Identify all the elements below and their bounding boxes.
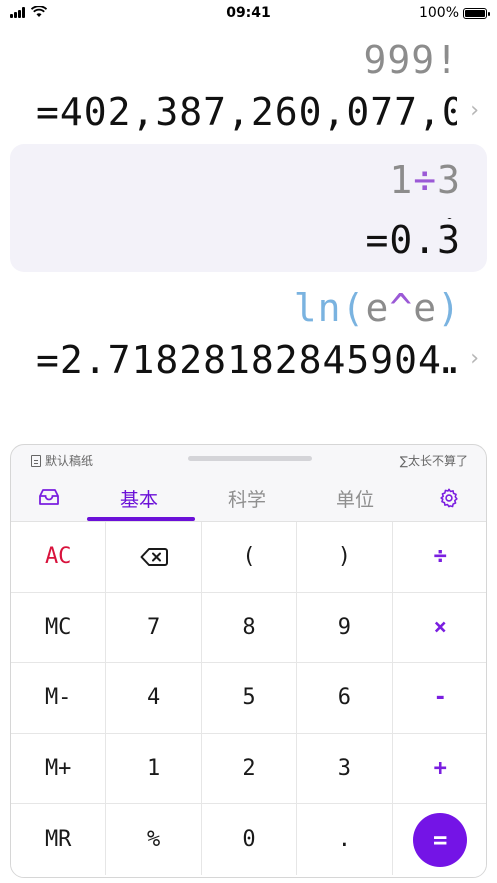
- history-expression: ln(e^e): [294, 286, 461, 330]
- multiply-key[interactable]: ×: [392, 593, 486, 664]
- expression-operator: ^: [389, 286, 414, 330]
- equals-key[interactable]: =: [393, 804, 486, 875]
- digit-3-key[interactable]: 3: [297, 733, 393, 805]
- expression-operator: ÷: [413, 158, 438, 202]
- battery-icon: [463, 7, 490, 19]
- memory-add-key[interactable]: M+: [11, 733, 107, 805]
- memory-clear-key[interactable]: MC: [11, 592, 107, 664]
- expression-paren: ): [437, 286, 461, 330]
- all-clear-key[interactable]: AC: [11, 522, 107, 593]
- battery-percent: 100%: [418, 5, 459, 21]
- add-key[interactable]: +: [392, 734, 486, 805]
- history-expression: 1÷3: [389, 158, 461, 202]
- memory-subtract-key[interactable]: M-: [11, 663, 107, 734]
- backspace-icon: [140, 547, 168, 566]
- open-paren-key[interactable]: (: [201, 522, 298, 593]
- status-right: 100%: [418, 5, 490, 21]
- draft-selector[interactable]: 默认稿纸: [31, 452, 93, 469]
- status-bar: 09:41 100%: [0, 0, 497, 28]
- chevron-right-icon[interactable]: ›: [470, 98, 479, 123]
- close-paren-key[interactable]: ): [297, 522, 393, 593]
- tray-icon[interactable]: [37, 487, 61, 511]
- history-entry[interactable]: 999! =402,387,260,077,0 ›: [10, 38, 487, 138]
- equals-button[interactable]: =: [413, 812, 468, 867]
- document-icon: [31, 454, 41, 467]
- gear-icon[interactable]: [438, 487, 460, 513]
- expression-operand: 3: [437, 158, 461, 202]
- expression-operand: e: [365, 286, 390, 330]
- history-result: =402,387,260,077,0: [36, 90, 457, 134]
- keypad: AC ( ) ÷ MC 7 8 9 × M- 4 5 6 - M+ 1 2 3 …: [11, 521, 486, 877]
- digit-7-key[interactable]: 7: [106, 592, 202, 664]
- digit-0-key[interactable]: 0: [202, 804, 298, 875]
- percent-key[interactable]: %: [106, 804, 202, 875]
- history-entry[interactable]: ln(e^e) =2.71828182845904… ›: [10, 286, 487, 386]
- keyboard-panel: 默认稿纸 ∑太长不算了 基本 科学 单位 AC ( ) ÷ MC 7 8 9 ×…: [10, 444, 487, 878]
- panel-header: 默认稿纸 ∑太长不算了: [11, 445, 486, 475]
- digit-2-key[interactable]: 2: [201, 733, 298, 805]
- subtract-key[interactable]: -: [392, 663, 486, 734]
- drag-handle[interactable]: [188, 456, 312, 461]
- digit-6-key[interactable]: 6: [297, 663, 393, 734]
- repeating-digit: 3: [437, 218, 461, 262]
- history-entry-selected[interactable]: 1÷3 =0.3: [10, 144, 487, 272]
- chevron-right-icon[interactable]: ›: [470, 346, 479, 371]
- expression-function: ln(: [293, 286, 366, 330]
- tab-unit[interactable]: 单位: [305, 485, 405, 512]
- digit-4-key[interactable]: 4: [106, 663, 202, 734]
- result-prefix: =0.: [365, 218, 438, 262]
- digit-8-key[interactable]: 8: [201, 592, 298, 664]
- backspace-key[interactable]: [106, 522, 202, 593]
- history-result: =2.71828182845904…: [36, 338, 457, 382]
- digit-9-key[interactable]: 9: [297, 592, 393, 664]
- digit-5-key[interactable]: 5: [201, 663, 298, 734]
- divide-key[interactable]: ÷: [392, 522, 486, 593]
- digit-1-key[interactable]: 1: [106, 733, 202, 805]
- expression-operand: 1: [389, 158, 414, 202]
- tab-basic[interactable]: 基本: [89, 485, 189, 512]
- history-result: =0.3: [365, 218, 461, 262]
- history-expression: 999!: [363, 38, 459, 82]
- memory-recall-key[interactable]: MR: [11, 804, 107, 875]
- too-long-toggle[interactable]: ∑太长不算了: [400, 452, 468, 469]
- draft-label: 默认稿纸: [45, 454, 94, 468]
- tab-science[interactable]: 科学: [197, 485, 297, 512]
- decimal-key[interactable]: .: [297, 804, 393, 875]
- tab-bar: 基本 科学 单位: [11, 475, 486, 521]
- expression-operand: e: [413, 286, 438, 330]
